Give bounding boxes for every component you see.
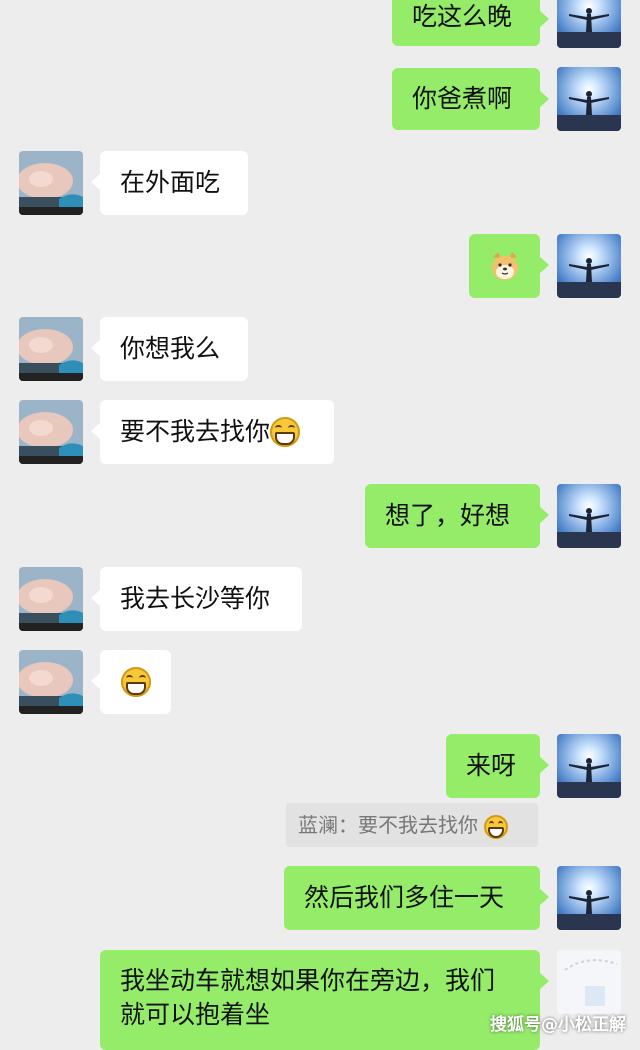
- contact-avatar[interactable]: [19, 650, 83, 714]
- message-text: 吃这么晚: [412, 2, 513, 31]
- grin-emoji: [270, 417, 301, 447]
- message-text: 来呀: [466, 751, 517, 780]
- message-bubble-contact[interactable]: 你想我么: [91, 317, 248, 381]
- grin-emoji: [120, 667, 151, 697]
- contact-avatar[interactable]: [19, 567, 83, 631]
- message-bubble-contact[interactable]: 要不我去找你: [91, 400, 334, 464]
- self-avatar[interactable]: [557, 734, 621, 798]
- quoted-message[interactable]: 蓝澜：要不我去找你: [286, 803, 538, 847]
- self-avatar[interactable]: [557, 484, 621, 548]
- message-bubble-self[interactable]: 来呀: [446, 734, 549, 798]
- message-text: 你想我么: [120, 334, 221, 363]
- message-bubble-contact[interactable]: 我去长沙等你: [91, 567, 302, 631]
- message-bubble-self[interactable]: 我坐动车就想如果你在旁边，我们 就可以抱着坐: [100, 950, 549, 1050]
- message-text: 想了，好想: [385, 501, 511, 530]
- contact-avatar[interactable]: [19, 317, 83, 381]
- message-text: 我去长沙等你: [120, 584, 271, 613]
- watermark: 搜狐号@小松正解: [490, 1015, 626, 1035]
- message-text-line-2: 就可以抱着坐: [120, 1000, 271, 1029]
- self-avatar[interactable]: [557, 234, 621, 298]
- message-bubble-self[interactable]: 想了，好想: [365, 484, 549, 548]
- contact-avatar[interactable]: [19, 400, 83, 464]
- quote-text: 蓝澜：要不我去找你: [298, 813, 478, 837]
- message-bubble-self[interactable]: [469, 234, 549, 298]
- grin-emoji: [484, 814, 509, 839]
- self-avatar[interactable]: [557, 0, 621, 48]
- message-bubble-self[interactable]: 你爸煮啊: [392, 68, 549, 130]
- self-avatar[interactable]: [557, 950, 621, 1014]
- dog-emoji: [491, 252, 518, 280]
- message-text-line-1: 我坐动车就想如果你在旁边，我们: [120, 966, 496, 995]
- self-avatar[interactable]: [557, 67, 621, 131]
- message-text: 你爸煮啊: [412, 84, 513, 113]
- message-text: 然后我们多住一天: [304, 883, 505, 912]
- message-bubble-self[interactable]: 然后我们多住一天: [284, 866, 549, 930]
- message-text: 要不我去找你: [120, 417, 271, 446]
- message-bubble-contact[interactable]: [91, 650, 171, 714]
- contact-avatar[interactable]: [19, 151, 83, 215]
- message-bubble-contact[interactable]: 在外面吃: [91, 151, 248, 215]
- self-avatar[interactable]: [557, 866, 621, 930]
- message-text: 在外面吃: [120, 168, 221, 197]
- message-bubble-self[interactable]: 吃这么晚: [392, 0, 549, 46]
